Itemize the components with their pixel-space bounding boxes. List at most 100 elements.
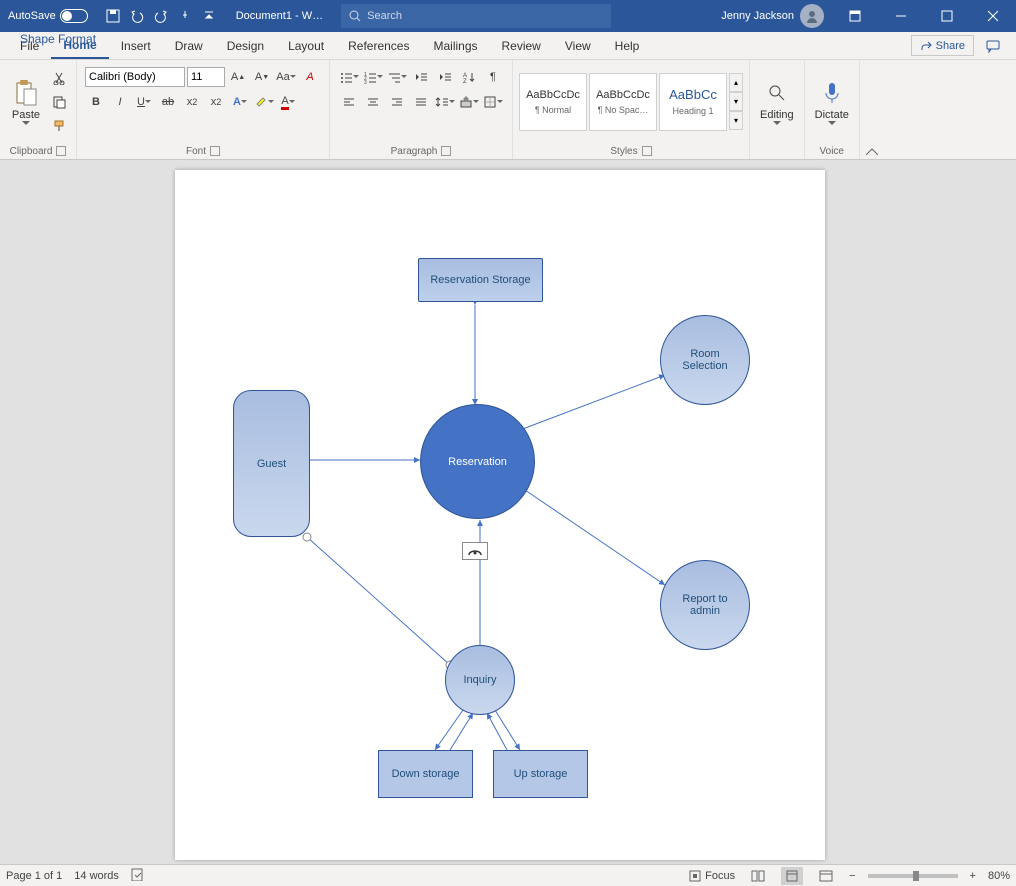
page-indicator[interactable]: Page 1 of 1 — [6, 870, 62, 882]
web-layout-button[interactable] — [815, 867, 837, 885]
maximize-button[interactable] — [924, 0, 970, 32]
customize-qat-button[interactable] — [198, 5, 220, 27]
grow-font-button[interactable]: A▲ — [227, 66, 249, 88]
bold-button[interactable]: B — [85, 91, 107, 113]
format-painter-button[interactable] — [48, 115, 70, 137]
zoom-level[interactable]: 80% — [988, 870, 1010, 882]
minimize-button[interactable] — [878, 0, 924, 32]
shading-button[interactable] — [458, 91, 480, 113]
dictate-button[interactable]: Dictate — [811, 77, 853, 127]
search-box[interactable]: Search — [341, 4, 611, 28]
show-marks-button[interactable]: ¶ — [482, 66, 504, 88]
justify-button[interactable] — [410, 91, 432, 113]
shape-report-to-admin[interactable]: Report to admin — [660, 560, 750, 650]
change-case-button[interactable]: Aa — [275, 66, 297, 88]
shape-reservation[interactable]: Reservation — [420, 404, 535, 519]
cut-button[interactable] — [48, 67, 70, 89]
group-font: A▲ A▼ Aa A B I U ab x2 x2 A A Font — [77, 60, 330, 159]
tab-references[interactable]: References — [336, 32, 421, 59]
styles-launcher[interactable] — [642, 146, 652, 156]
share-button[interactable]: Share — [911, 35, 974, 56]
zoom-out-button[interactable]: − — [849, 870, 855, 882]
tab-help[interactable]: Help — [603, 32, 652, 59]
align-left-button[interactable] — [338, 91, 360, 113]
font-name-select[interactable] — [85, 67, 185, 87]
shape-room-selection[interactable]: Room Selection — [660, 315, 750, 405]
spell-check-icon[interactable] — [131, 867, 145, 884]
tab-view[interactable]: View — [553, 32, 603, 59]
style-no-spacing[interactable]: AaBbCcDc¶ No Spac… — [589, 73, 657, 131]
tab-design[interactable]: Design — [215, 32, 276, 59]
copy-button[interactable] — [48, 91, 70, 113]
tab-shape-format[interactable]: Shape Format — [8, 32, 108, 46]
touch-mode-button[interactable] — [174, 5, 196, 27]
save-button[interactable] — [102, 5, 124, 27]
shape-inquiry[interactable]: Inquiry — [445, 645, 515, 715]
autosave-toggle[interactable]: AutoSave — [0, 9, 96, 23]
ribbon-display-button[interactable] — [832, 0, 878, 32]
redo-button[interactable] — [150, 5, 172, 27]
tab-mailings[interactable]: Mailings — [421, 32, 489, 59]
clear-formatting-button[interactable]: A — [299, 66, 321, 88]
word-count[interactable]: 14 words — [74, 870, 119, 882]
collapse-ribbon-button[interactable] — [860, 60, 884, 159]
tab-insert[interactable]: Insert — [109, 32, 163, 59]
user-account[interactable]: Jenny Jackson — [713, 4, 832, 28]
group-voice: Dictate Voice — [805, 60, 860, 159]
comments-button[interactable] — [978, 32, 1008, 59]
page: Reservation Storage Room Selection Guest… — [175, 170, 825, 860]
line-spacing-button[interactable] — [434, 91, 456, 113]
tab-draw[interactable]: Draw — [163, 32, 215, 59]
highlight-button[interactable] — [253, 91, 275, 113]
strikethrough-button[interactable]: ab — [157, 91, 179, 113]
multilevel-list-button[interactable] — [386, 66, 408, 88]
align-right-button[interactable] — [386, 91, 408, 113]
paragraph-launcher[interactable] — [441, 146, 451, 156]
document-area[interactable]: Reservation Storage Room Selection Guest… — [0, 160, 1016, 864]
autosave-label: AutoSave — [8, 10, 56, 22]
shape-down-storage[interactable]: Down storage — [378, 750, 473, 798]
shape-guest[interactable]: Guest — [233, 390, 310, 537]
tab-layout[interactable]: Layout — [276, 32, 336, 59]
paste-button[interactable]: Paste — [6, 77, 46, 127]
focus-mode-button[interactable]: Focus — [689, 870, 735, 882]
shrink-font-button[interactable]: A▼ — [251, 66, 273, 88]
zoom-slider[interactable] — [868, 874, 958, 878]
superscript-button[interactable]: x2 — [205, 91, 227, 113]
tab-review[interactable]: Review — [490, 32, 553, 59]
clipboard-launcher[interactable] — [56, 146, 66, 156]
font-color-button[interactable]: A — [277, 91, 299, 113]
styles-scroll[interactable]: ▴▾▾ — [729, 73, 743, 131]
chevron-down-icon: ▾ — [729, 92, 743, 111]
font-size-select[interactable] — [187, 67, 225, 87]
text-effects-button[interactable]: A — [229, 91, 251, 113]
paste-icon — [12, 79, 40, 107]
group-clipboard: Paste Clipboard — [0, 60, 77, 159]
numbering-button[interactable]: 123 — [362, 66, 384, 88]
style-normal[interactable]: AaBbCcDc¶ Normal — [519, 73, 587, 131]
underline-button[interactable]: U — [133, 91, 155, 113]
italic-button[interactable]: I — [109, 91, 131, 113]
shape-up-storage[interactable]: Up storage — [493, 750, 588, 798]
align-center-button[interactable] — [362, 91, 384, 113]
shape-reservation-storage[interactable]: Reservation Storage — [418, 258, 543, 302]
font-launcher[interactable] — [210, 146, 220, 156]
print-layout-button[interactable] — [781, 867, 803, 885]
style-heading1[interactable]: AaBbCcHeading 1 — [659, 73, 727, 131]
sort-button[interactable]: AZ — [458, 66, 480, 88]
focus-icon — [689, 870, 701, 882]
subscript-button[interactable]: x2 — [181, 91, 203, 113]
layout-options-popup[interactable] — [462, 542, 488, 560]
close-button[interactable] — [970, 0, 1016, 32]
read-mode-button[interactable] — [747, 867, 769, 885]
zoom-in-button[interactable]: + — [970, 870, 976, 882]
borders-button[interactable] — [482, 91, 504, 113]
quick-access-toolbar — [96, 5, 226, 27]
increase-indent-button[interactable] — [434, 66, 456, 88]
more-icon: ▾ — [729, 111, 743, 130]
decrease-indent-button[interactable] — [410, 66, 432, 88]
undo-button[interactable] — [126, 5, 148, 27]
bullets-button[interactable] — [338, 66, 360, 88]
editing-button[interactable]: Editing — [756, 77, 798, 127]
user-name: Jenny Jackson — [721, 10, 794, 22]
